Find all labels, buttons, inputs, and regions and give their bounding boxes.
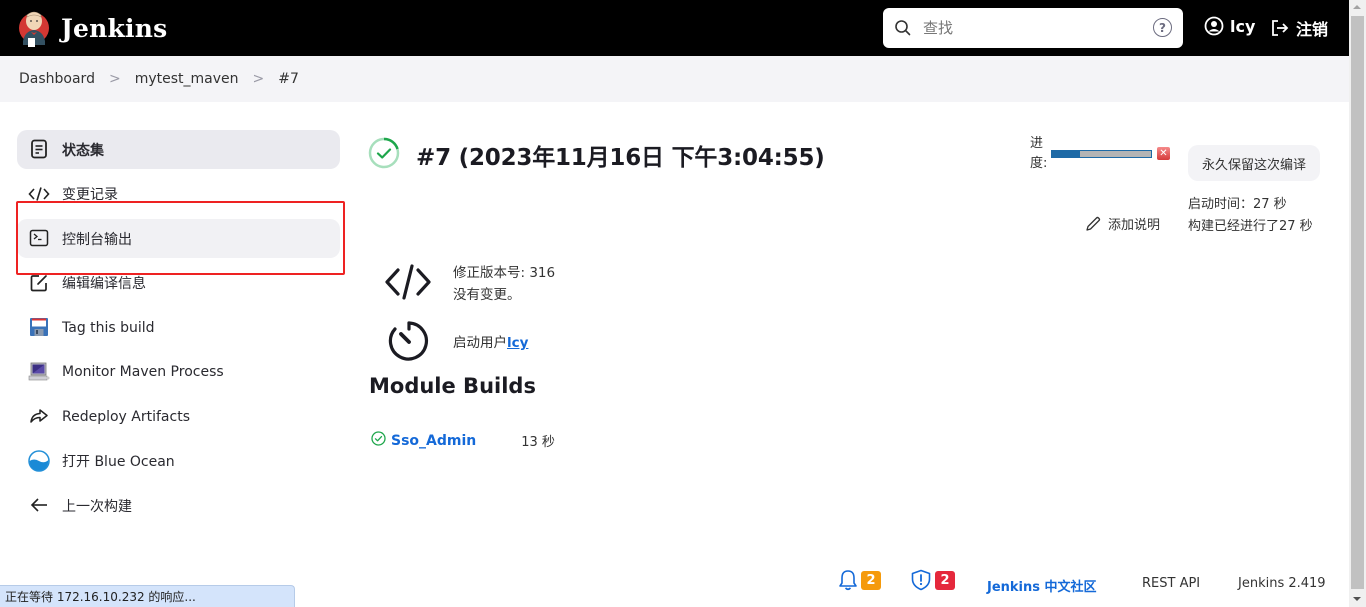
sidebar-item-previous-build[interactable]: 上一次构建 [17, 486, 340, 525]
sidebar-item-label: Redeploy Artifacts [62, 408, 190, 425]
started-by-label: 启动用户 [453, 335, 507, 351]
rest-api-link[interactable]: REST API [1142, 576, 1200, 591]
logout-link[interactable]: 注销 [1270, 16, 1328, 40]
progress-fill [1052, 151, 1080, 157]
notifications-button[interactable]: 2 [838, 569, 881, 591]
scroll-down-arrow-icon[interactable] [1353, 597, 1361, 601]
sidebar-item-label: Tag this build [62, 319, 155, 336]
search-input[interactable] [923, 16, 1143, 40]
module-build-row: Sso_Admin 13 秒 [371, 431, 555, 450]
page-title: #7 (2023年11月16日 下午3:04:55) [416, 145, 825, 171]
scrollbar-thumb[interactable] [1351, 16, 1364, 589]
module-builds-heading: Module Builds [369, 374, 536, 398]
start-time: 启动时间：27 秒 [1188, 197, 1287, 212]
help-icon[interactable]: ? [1153, 18, 1172, 37]
build-timing: 启动时间：27 秒 构建已经进行了27 秒 [1188, 194, 1313, 238]
started-by-row: 启动用户lcy [386, 320, 528, 366]
version-link[interactable]: Jenkins 2.419 [1238, 576, 1326, 591]
computer-icon [28, 361, 50, 383]
security-warnings-button[interactable]: 2 [910, 569, 955, 591]
no-changes-text: 没有变更。 [453, 287, 521, 303]
sidebar-item-label: 控制台输出 [62, 231, 132, 248]
logout-label: 注销 [1296, 20, 1329, 39]
sidebar-item-console-output[interactable]: 控制台输出 [17, 219, 340, 258]
progress-label: 进度: [1030, 136, 1048, 171]
arrow-left-icon [28, 494, 50, 516]
elapsed-time: 构建已经进行了27 秒 [1188, 219, 1313, 234]
sidebar-item-tag-build[interactable]: Tag this build [17, 308, 340, 347]
document-icon [28, 138, 50, 160]
search-box[interactable]: ? [883, 8, 1183, 48]
breadcrumb: Dashboard > mytest_maven > #7 [0, 56, 1349, 102]
sidebar-item-monitor-maven[interactable]: Monitor Maven Process [17, 353, 340, 392]
breadcrumb-dashboard[interactable]: Dashboard [19, 71, 95, 87]
sidebar-item-changes[interactable]: 变更记录 [17, 175, 340, 214]
logout-icon [1270, 18, 1290, 38]
community-link[interactable]: Jenkins 中文社区 [987, 576, 1097, 595]
add-description-label: 添加说明 [1108, 218, 1161, 233]
module-link[interactable]: Sso_Admin [391, 433, 476, 449]
jenkins-butler-icon [17, 7, 51, 49]
user-icon [1204, 16, 1224, 36]
sidebar-item-status[interactable]: 状态集 [17, 130, 340, 169]
pencil-icon [1086, 216, 1101, 231]
breadcrumb-job[interactable]: mytest_maven [135, 71, 239, 87]
started-by-user-link[interactable]: lcy [507, 335, 528, 351]
scroll-up-arrow-icon[interactable] [1353, 5, 1361, 9]
floppy-disk-icon [28, 316, 50, 338]
blue-ocean-icon [28, 449, 50, 472]
sidebar-item-label: Monitor Maven Process [62, 364, 224, 380]
sidebar-item-label: 变更记录 [62, 187, 118, 203]
revision-number: 修正版本号: 316 [453, 265, 556, 281]
user-name: lcy [1230, 16, 1256, 36]
sidebar-item-label: 打开 Blue Ocean [62, 454, 175, 470]
sidebar-item-blue-ocean[interactable]: 打开 Blue Ocean [17, 442, 340, 481]
vertical-scrollbar[interactable] [1349, 0, 1366, 607]
module-success-icon [371, 431, 386, 450]
build-header: #7 (2023年11月16日 下午3:04:55) [368, 137, 825, 173]
search-icon [894, 19, 912, 41]
app-name: Jenkins [61, 13, 168, 43]
top-header: Jenkins ? lcy 注销 [0, 0, 1349, 56]
build-progress-bar[interactable] [1051, 150, 1152, 158]
build-success-icon [368, 137, 400, 173]
security-count-badge: 2 [935, 570, 955, 590]
revision-row: 修正版本号: 316 没有变更。 [384, 262, 555, 306]
code-icon [384, 262, 434, 306]
jenkins-logo[interactable]: Jenkins [17, 7, 167, 49]
redeploy-arrow-icon [28, 405, 50, 427]
notifications-count-badge: 2 [861, 570, 881, 590]
bell-icon [839, 570, 857, 591]
timer-icon [386, 320, 432, 366]
cancel-build-icon[interactable]: ✕ [1157, 147, 1170, 160]
keep-build-forever-button[interactable]: 永久保留这次编译 [1188, 145, 1320, 181]
code-icon [28, 183, 50, 205]
breadcrumb-separator: > [108, 71, 121, 87]
sidebar-item-edit-build-info[interactable]: 编辑编译信息 [17, 264, 340, 303]
sidebar: 状态集 变更记录 控制台输出 编辑编译信息 Tag this build Mon… [17, 130, 340, 531]
browser-status-bar: 正在等待 172.16.10.232 的响应... [0, 585, 295, 607]
shield-alert-icon [911, 569, 931, 591]
edit-icon [28, 272, 50, 294]
user-link[interactable]: lcy [1204, 16, 1255, 36]
breadcrumb-separator: > [252, 71, 265, 87]
sidebar-item-label: 上一次构建 [62, 498, 132, 515]
breadcrumb-build[interactable]: #7 [278, 71, 299, 87]
module-duration: 13 秒 [521, 435, 555, 450]
add-description-link[interactable]: 添加说明 [1085, 214, 1160, 233]
sidebar-item-label: 状态集 [62, 142, 104, 159]
terminal-icon [28, 227, 50, 249]
sidebar-item-label: 编辑编译信息 [62, 276, 146, 292]
sidebar-item-redeploy-artifacts[interactable]: Redeploy Artifacts [17, 397, 340, 436]
